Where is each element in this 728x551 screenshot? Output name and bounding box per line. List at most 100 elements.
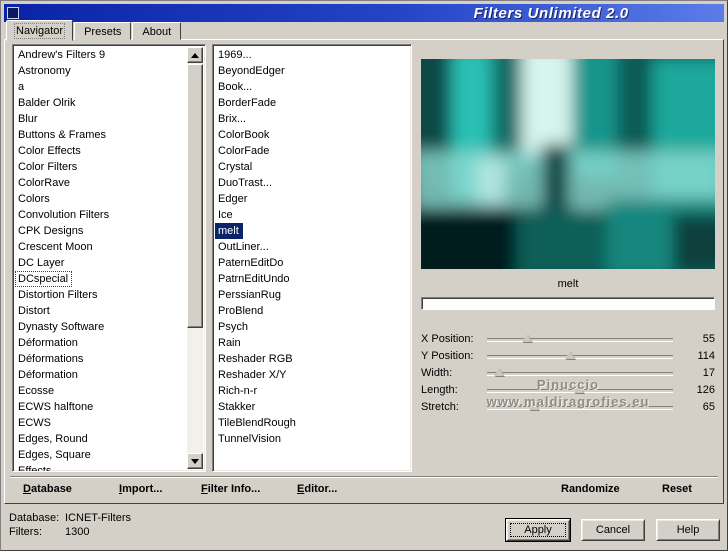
list-item[interactable]: 1969...: [215, 47, 409, 63]
preview-image: [421, 59, 715, 269]
param-value: 126: [696, 383, 715, 396]
param-label: X Position:: [421, 332, 474, 345]
list-item[interactable]: Edger: [215, 191, 409, 207]
list-item[interactable]: DC Layer: [15, 255, 186, 271]
list-item[interactable]: ColorBook: [215, 127, 409, 143]
list-item[interactable]: ColorFade: [215, 143, 409, 159]
list-item[interactable]: Rich-n-r: [215, 383, 409, 399]
scroll-down-button[interactable]: [187, 453, 203, 469]
tab-navigator[interactable]: Navigator: [6, 20, 74, 41]
list-item[interactable]: Convolution Filters: [15, 207, 186, 223]
list-item[interactable]: Distort: [15, 303, 186, 319]
parameter-sliders: X Position: 55 Y Position: 114 Width: 17 Lengt…: [421, 330, 715, 415]
list-item[interactable]: Astronomy: [15, 63, 186, 79]
tab-strip: Navigator Presets About: [6, 20, 182, 41]
scroll-down-icon: [191, 458, 199, 464]
list-item[interactable]: Ice: [215, 207, 409, 223]
param-slider[interactable]: [487, 367, 673, 378]
list-item[interactable]: CPK Designs: [15, 223, 186, 239]
editor-button[interactable]: Editor...: [297, 483, 337, 495]
list-item[interactable]: Book...: [215, 79, 409, 95]
database-status-value: ICNET-Filters: [65, 512, 131, 524]
database-button[interactable]: Database: [23, 483, 72, 495]
list-item[interactable]: ProBlend: [215, 303, 409, 319]
list-item[interactable]: a: [15, 79, 186, 95]
param-label: Y Position:: [421, 349, 474, 362]
list-item[interactable]: Edges, Round: [15, 431, 186, 447]
list-item[interactable]: Colors: [15, 191, 186, 207]
list-item[interactable]: Blur: [15, 111, 186, 127]
slider-thumb[interactable]: [565, 350, 576, 359]
randomize-button[interactable]: Randomize: [561, 483, 620, 495]
list-item[interactable]: BeyondEdger: [215, 63, 409, 79]
list-item[interactable]: Reshader X/Y: [215, 367, 409, 383]
list-item[interactable]: Déformation: [15, 367, 186, 383]
list-item[interactable]: Balder Olrik: [15, 95, 186, 111]
list-item[interactable]: Rain: [215, 335, 409, 351]
list-item[interactable]: Dynasty Software: [15, 319, 186, 335]
param-row: Stretch: 65: [421, 398, 715, 415]
param-row: X Position: 55: [421, 330, 715, 347]
cancel-button[interactable]: Cancel: [581, 519, 645, 541]
scrollbar-thumb[interactable]: [187, 64, 203, 328]
param-slider[interactable]: [487, 350, 673, 361]
list-item[interactable]: Psych: [215, 319, 409, 335]
filter-info-button[interactable]: Filter Info...: [201, 483, 260, 495]
list-item[interactable]: Ecosse: [15, 383, 186, 399]
list-item[interactable]: DuoTrast...: [215, 175, 409, 191]
list-item[interactable]: Edges, Square: [15, 447, 186, 463]
database-status-label: Database:: [9, 512, 60, 524]
selected-filter-name: melt: [557, 278, 579, 290]
list-item[interactable]: Buttons & Frames: [15, 127, 186, 143]
reset-button[interactable]: Reset: [662, 483, 692, 495]
param-slider[interactable]: [487, 333, 673, 344]
list-item[interactable]: OutLiner...: [215, 239, 409, 255]
list-item[interactable]: Déformation: [15, 335, 186, 351]
list-item[interactable]: Effects: [15, 463, 186, 471]
list-item[interactable]: BorderFade: [215, 95, 409, 111]
filters-count-label: Filters:: [9, 526, 42, 538]
list-item[interactable]: Color Filters: [15, 159, 186, 175]
list-item[interactable]: ColorRave: [15, 175, 186, 191]
list-item[interactable]: Distortion Filters: [15, 287, 186, 303]
slider-thumb[interactable]: [522, 333, 533, 342]
list-item[interactable]: Déformations: [15, 351, 186, 367]
category-list[interactable]: Andrew's Filters 9 Astronomy a Balder Olrik…: [12, 44, 206, 472]
param-value: 65: [702, 400, 715, 413]
list-item[interactable]: ECWS: [15, 415, 186, 431]
param-label: Width:: [421, 366, 453, 379]
apply-button[interactable]: Apply: [506, 519, 570, 541]
list-item[interactable]: PaternEditDo: [215, 255, 409, 271]
param-value: 55: [702, 332, 715, 345]
list-item[interactable]: Brix...: [215, 111, 409, 127]
list-item[interactable]: Reshader RGB: [215, 351, 409, 367]
list-item[interactable]: TileBlendRough: [215, 415, 409, 431]
list-item[interactable]: Crescent Moon: [15, 239, 186, 255]
category-scrollbar[interactable]: [187, 47, 203, 469]
param-slider[interactable]: [487, 384, 673, 395]
list-item[interactable]: ECWS halftone: [15, 399, 186, 415]
tab-presets[interactable]: Presets: [74, 22, 132, 40]
list-item[interactable]: melt: [215, 223, 243, 239]
list-item[interactable]: Crystal: [215, 159, 409, 175]
scroll-up-button[interactable]: [187, 47, 203, 63]
list-item[interactable]: TunnelVision: [215, 431, 409, 447]
help-button[interactable]: Help: [656, 519, 720, 541]
param-row: Length: 126: [421, 381, 715, 398]
slider-thumb[interactable]: [573, 384, 584, 393]
filters-unlimited-window: Filters Unlimited 2.0 Navigator Presets …: [0, 0, 728, 551]
tab-presets-label: Presets: [84, 26, 122, 38]
param-slider[interactable]: [487, 401, 673, 412]
list-item[interactable]: PerssianRug: [215, 287, 409, 303]
param-value: 114: [697, 349, 715, 362]
list-item[interactable]: Andrew's Filters 9: [15, 47, 186, 63]
tab-about[interactable]: About: [132, 22, 182, 40]
list-item[interactable]: DCspecial: [15, 271, 73, 287]
list-item[interactable]: PatrnEditUndo: [215, 271, 409, 287]
list-item[interactable]: Stakker: [215, 399, 409, 415]
import-button[interactable]: Import...: [119, 483, 162, 495]
slider-thumb[interactable]: [494, 367, 505, 376]
list-item[interactable]: Color Effects: [15, 143, 186, 159]
slider-thumb[interactable]: [529, 401, 540, 410]
filter-list[interactable]: 1969... BeyondEdger Book... BorderFade Brix.…: [212, 44, 412, 472]
